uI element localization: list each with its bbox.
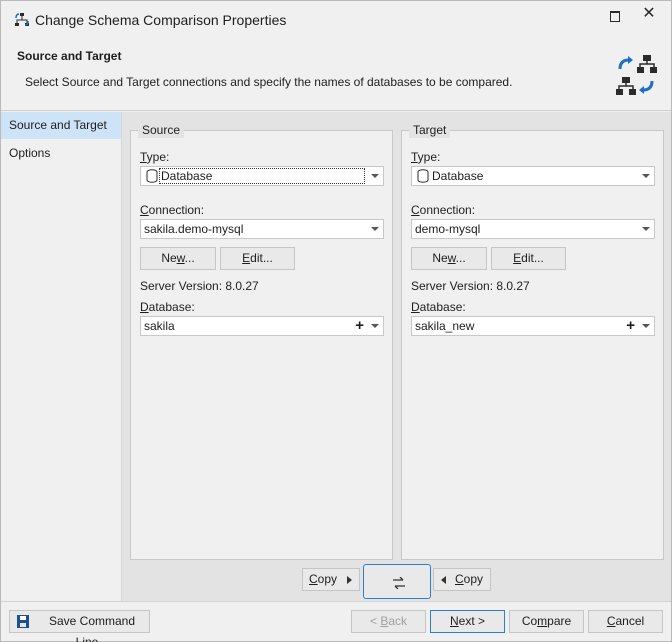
next-button[interactable]: Next > — [430, 610, 505, 633]
focus-indicator — [159, 168, 365, 184]
add-database-icon[interactable]: + — [355, 318, 364, 334]
main-content: Source Type: Database Connection: sakila… — [122, 112, 671, 601]
database-icon — [417, 169, 429, 183]
source-database-value: sakila — [144, 319, 175, 333]
database-icon — [146, 169, 158, 183]
chevron-down-icon[interactable] — [642, 227, 650, 231]
source-group: Source Type: Database Connection: sakila… — [130, 122, 393, 560]
swap-arrows-icon — [393, 577, 405, 589]
source-connection-value: sakila.demo-mysql — [144, 222, 244, 236]
copy-to-target-button[interactable]: Copy — [302, 568, 360, 591]
chevron-down-icon[interactable] — [642, 324, 650, 328]
target-connection-value: demo-mysql — [415, 222, 481, 236]
target-connection-label: Connection: — [411, 203, 476, 217]
chevron-down-icon[interactable] — [371, 324, 379, 328]
compare-button[interactable]: Compare — [509, 610, 584, 633]
target-type-value: Database — [432, 169, 484, 183]
maximize-button[interactable] — [607, 8, 623, 24]
page-description: Select Source and Target connections and… — [25, 75, 513, 89]
source-connection-label: Connection: — [140, 203, 205, 217]
page-header: Source and Target Select Source and Targ… — [1, 39, 671, 111]
footer-bar: Save Command Line... < Back Next > Compa… — [1, 601, 671, 642]
schema-compare-icon — [15, 13, 29, 26]
page-title: Source and Target — [17, 49, 122, 63]
chevron-down-icon[interactable] — [371, 227, 379, 231]
source-database-label: Database: — [140, 300, 195, 314]
source-new-button[interactable]: New... — [140, 247, 216, 270]
save-icon — [17, 615, 29, 628]
source-server-version: Server Version: 8.0.27 — [140, 279, 259, 293]
target-group: Target Type: Database Connection: demo-m… — [401, 122, 664, 560]
chevron-down-icon[interactable] — [371, 174, 379, 178]
target-database-select[interactable]: sakila_new + — [411, 316, 655, 336]
source-legend: Source — [138, 122, 185, 138]
window-title: Change Schema Comparison Properties — [35, 12, 287, 28]
source-connection-select[interactable]: sakila.demo-mysql — [140, 219, 384, 239]
chevron-down-icon[interactable] — [642, 174, 650, 178]
sidebar-item-source-and-target[interactable]: Source and Target — [1, 112, 121, 139]
target-type-select[interactable]: Database — [411, 166, 655, 186]
cancel-button[interactable]: Cancel — [588, 610, 663, 633]
arrow-left-icon — [441, 576, 446, 584]
close-button[interactable]: ✕ — [641, 6, 657, 22]
schema-compare-large-icon — [616, 55, 657, 95]
target-new-button[interactable]: New... — [411, 247, 487, 270]
source-type-label: Type: — [140, 150, 170, 164]
target-database-value: sakila_new — [415, 319, 475, 333]
source-edit-button[interactable]: Edit... — [220, 247, 295, 270]
target-database-label: Database: — [411, 300, 466, 314]
target-edit-button[interactable]: Edit... — [491, 247, 566, 270]
add-database-icon[interactable]: + — [626, 318, 635, 334]
title-bar: Change Schema Comparison Properties ✕ — [1, 1, 671, 39]
source-database-select[interactable]: sakila + — [140, 316, 384, 336]
save-command-line-button[interactable]: Save Command Line... — [9, 610, 150, 642]
copy-to-source-button[interactable]: Copy — [433, 568, 491, 591]
sidebar-item-options[interactable]: Options — [1, 140, 121, 167]
target-legend: Target — [409, 122, 451, 138]
target-type-label: Type: — [411, 150, 441, 164]
target-server-version: Server Version: 8.0.27 — [411, 279, 530, 293]
back-button[interactable]: < Back — [351, 610, 426, 633]
dialog-window: Change Schema Comparison Properties ✕ So… — [0, 0, 672, 642]
source-type-select[interactable]: Database — [140, 166, 384, 186]
arrow-right-icon — [347, 576, 352, 584]
swap-button[interactable] — [363, 564, 431, 599]
target-connection-select[interactable]: demo-mysql — [411, 219, 655, 239]
sidebar-nav: Source and Target Options — [1, 112, 122, 601]
save-command-line-label: Save Command Line... — [48, 614, 136, 642]
